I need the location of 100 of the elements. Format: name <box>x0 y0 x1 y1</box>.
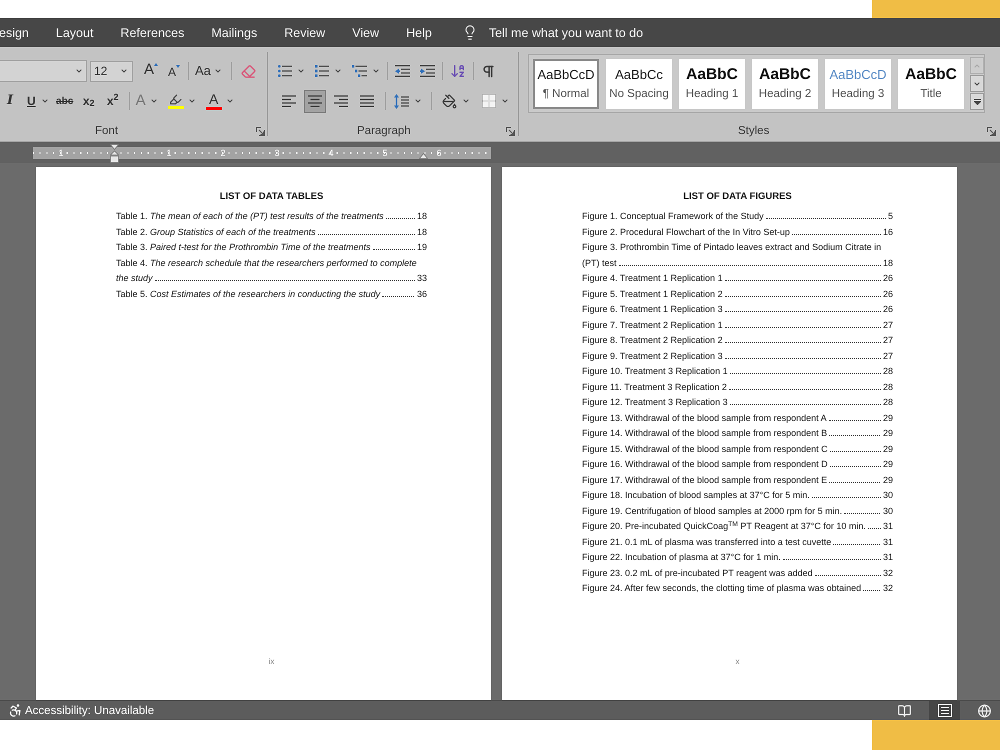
toc-entry-title: Table 5. Cost Estimates of the researchers in conducting the study <box>116 288 380 298</box>
toc-page-number: 18 <box>416 226 427 238</box>
style-preview: AaBbC <box>759 66 811 83</box>
down-triangle-icon <box>176 65 180 68</box>
view-button[interactable] <box>929 701 960 720</box>
superscript-button[interactable]: x$^{2}$ <box>104 91 121 111</box>
dialog-launcher-icon[interactable] <box>506 126 515 136</box>
ruler-number: 1 <box>166 146 172 158</box>
grow-font-button[interactable]: A <box>142 61 160 81</box>
font-size-field[interactable]: 12 <box>90 60 133 82</box>
globe-icon[interactable] <box>977 704 992 718</box>
more-styles-button[interactable] <box>970 93 984 110</box>
borders-icon[interactable] <box>482 94 496 108</box>
caret-icon[interactable] <box>414 97 422 105</box>
book-icon[interactable] <box>897 704 912 718</box>
caret-icon[interactable] <box>150 97 158 105</box>
decrease-indent-icon[interactable] <box>395 65 410 77</box>
menu-tab[interactable]: Mailings <box>211 24 258 40</box>
borders-button[interactable] <box>482 91 509 111</box>
expand-icon[interactable] <box>974 98 980 104</box>
ruler-number: 4 <box>328 146 334 158</box>
style-preview: AaBbC <box>905 66 957 83</box>
font-color-button[interactable]: A <box>206 91 234 111</box>
toc-entry-title: Figure 12. Treatment 3 Replication 3 <box>582 397 728 407</box>
toc-entry-title: Figure 20. Pre-incubated QuickCoag$^{TM}$ PT Reagent at 37°C for 10 min. <box>582 521 866 531</box>
dialog-launcher-icon[interactable] <box>256 126 265 136</box>
style-name: Heading 3 <box>832 87 884 101</box>
caret-icon[interactable] <box>226 97 234 105</box>
style-tile[interactable]: AaBbC Heading 2 <box>752 58 818 108</box>
toc-entry-title: Figure 4. Treatment 1 Replication 1 <box>582 273 723 283</box>
toc-entry-title: Figure 16. Withdrawal of the blood sample from respondent D <box>582 459 828 469</box>
caret-icon[interactable] <box>75 67 83 75</box>
caret-icon[interactable] <box>120 67 128 75</box>
toc-page-number: 28 <box>882 396 893 409</box>
toc-page-number: 33 <box>416 272 427 285</box>
style-tile[interactable]: AaBbCcD Heading 3 <box>825 58 891 108</box>
align-right-icon[interactable] <box>334 94 348 108</box>
accessibility-status[interactable]: Accessibility: Unavailable <box>8 703 154 718</box>
accessibility-icon[interactable] <box>8 703 23 718</box>
group-label: Styles <box>738 124 770 138</box>
line-spacing-icon[interactable] <box>394 94 409 108</box>
indent-marker-icon[interactable] <box>110 144 119 162</box>
toc-page-number: 26 <box>882 272 893 285</box>
toc-page-number: 30 <box>882 489 893 502</box>
toc-page-number: 32 <box>882 582 893 595</box>
numbered-list-icon[interactable] <box>315 65 329 77</box>
caret-icon[interactable] <box>188 97 196 105</box>
highlighter-icon[interactable] <box>169 93 182 106</box>
increase-indent-icon[interactable] <box>420 65 435 77</box>
caret-icon[interactable] <box>297 67 305 75</box>
toc-page-number: 26 <box>882 288 893 300</box>
paint-bucket-icon[interactable] <box>442 94 457 108</box>
shrink-font-button[interactable]: A <box>166 61 182 81</box>
toc-page-number: 29 <box>882 458 893 471</box>
menu-tab[interactable]: Review <box>284 24 326 40</box>
italic-button[interactable]: I <box>2 91 18 111</box>
toc-page-number: 27 <box>882 350 893 362</box>
caret-icon[interactable] <box>462 97 470 105</box>
toc-entry-title: Figure 17. Withdrawal of the blood sample from respondent E <box>582 474 828 484</box>
dialog-launcher-icon[interactable] <box>987 126 996 136</box>
subscript-button[interactable]: x$_{2}$ <box>80 91 97 111</box>
justify-icon[interactable] <box>360 94 374 108</box>
caret-icon[interactable] <box>372 67 380 75</box>
caret-icon[interactable] <box>214 67 222 75</box>
menu-tab[interactable]: View <box>352 24 380 40</box>
toc-entry-title: Figure 5. Treatment 1 Replication 2 <box>582 288 723 298</box>
strikethrough-button[interactable]: abc <box>54 91 75 111</box>
toc-page-number: 5 <box>888 210 893 223</box>
style-tile[interactable]: AaBbCc No Spacing <box>606 58 672 108</box>
style-preview: AaBbCcD <box>537 66 595 83</box>
align-button[interactable] <box>304 90 326 112</box>
toc-entry-title: Figure 9. Treatment 2 Replication 3 <box>582 350 723 360</box>
bullet-list-icon[interactable] <box>278 65 292 77</box>
multilevel-list-icon[interactable] <box>352 65 367 77</box>
menu-tab[interactable]: Help <box>406 24 432 40</box>
menu-tab[interactable]: References <box>120 24 184 40</box>
page-lines-icon[interactable] <box>938 704 952 717</box>
page-number: ix <box>268 657 274 667</box>
change-case-button[interactable]: Aa <box>194 61 223 81</box>
style-tile[interactable]: AaBbCcD ¶ Normal <box>533 58 599 108</box>
underline-button[interactable]: U <box>27 91 49 111</box>
ruler-number: 2 <box>220 146 226 158</box>
toc-page-number: 27 <box>882 334 893 347</box>
style-tile[interactable]: AaBbC Heading 1 <box>679 58 745 108</box>
page-number: x <box>736 657 740 667</box>
style-tile[interactable]: AaBbC Title <box>898 58 964 108</box>
right-indent-marker-icon[interactable] <box>419 152 428 158</box>
toc-entry-title: Figure 3. Prothrombin Time of Pintado leaves extract and Sodium Citrate in (PT) test <box>582 242 882 268</box>
toc-entry-title: Figure 22. Incubation of plasma at 37°C for 1 min. <box>582 552 781 562</box>
align-left-icon[interactable] <box>282 94 296 108</box>
menu-tab[interactable]: Layout <box>56 24 94 40</box>
font-name-field[interactable] <box>0 60 87 82</box>
caret-icon[interactable] <box>40 97 49 105</box>
caret-icon[interactable] <box>501 97 509 105</box>
scroll-down-button[interactable] <box>970 75 984 92</box>
toc-page-number: 28 <box>882 365 893 378</box>
tell-me-search[interactable]: Tell me what you want to do <box>488 24 644 40</box>
align-center-icon[interactable] <box>308 94 322 108</box>
caret-icon[interactable] <box>334 67 342 75</box>
style-preview: AaBbCc <box>615 66 663 83</box>
